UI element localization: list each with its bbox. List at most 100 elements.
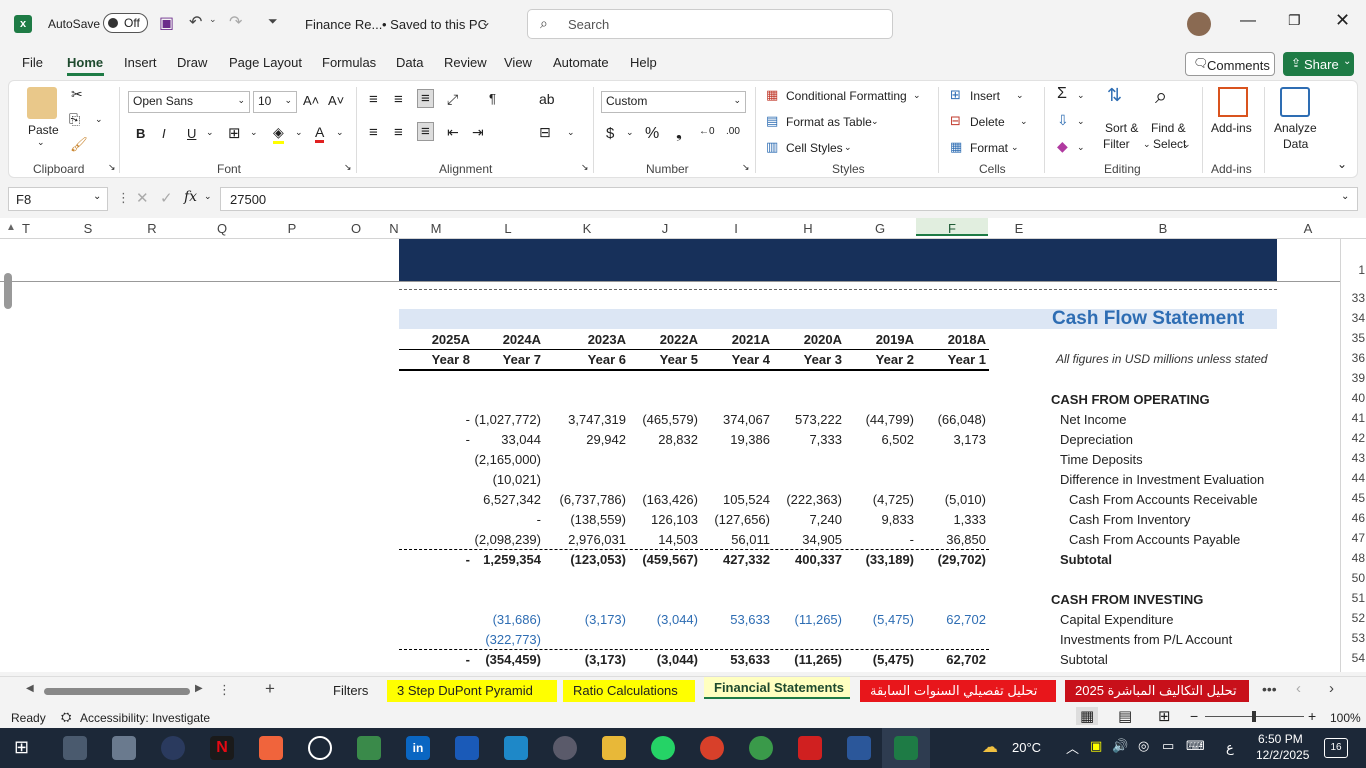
increase-indent-icon[interactable]: ⇥ xyxy=(472,124,484,141)
scroll-left-icon[interactable]: ◀ xyxy=(26,683,34,694)
name-box[interactable]: F8 ⌄ xyxy=(8,187,108,211)
value-cell[interactable]: (5,475) xyxy=(844,612,914,627)
row-header[interactable]: 35 xyxy=(1341,331,1365,345)
value-cell[interactable]: (2,098,239) xyxy=(472,532,542,547)
row-header[interactable]: 50 xyxy=(1341,571,1365,585)
font-color-icon[interactable]: A xyxy=(315,124,325,143)
align-center-icon[interactable]: ≡ xyxy=(394,124,403,141)
tab-file[interactable]: File xyxy=(22,55,43,70)
number-format-select[interactable]: Custom ⌄ xyxy=(601,91,746,113)
row-header[interactable]: 44 xyxy=(1341,471,1365,485)
worksheet-grid[interactable]: Cash Flow Statement 2025A 2024A 2023A 20… xyxy=(0,239,1340,672)
autosum-icon[interactable]: Σ xyxy=(1057,85,1067,103)
font-size-select[interactable]: 10 ⌄ xyxy=(253,91,297,113)
value-cell[interactable]: (4,725) xyxy=(844,492,914,507)
addins-button[interactable]: Add-ins xyxy=(1211,121,1252,135)
sheet-tab[interactable]: تحليل تفصيلي السنوات السابقة xyxy=(860,680,1056,702)
more-sheets-icon[interactable]: ••• xyxy=(1262,681,1277,697)
more-options-icon[interactable]: ⋮ xyxy=(218,682,231,698)
row-header[interactable]: 33 xyxy=(1341,291,1365,305)
value-cell[interactable]: 34,905 xyxy=(772,532,842,547)
fill-dropdown-icon[interactable]: ⌄ xyxy=(295,127,303,138)
windows-start-icon[interactable]: ⊞ xyxy=(14,737,29,758)
value-cell[interactable]: 400,337 xyxy=(772,552,842,567)
recorder-icon[interactable] xyxy=(259,736,283,760)
autosave-toggle[interactable]: Off xyxy=(103,13,148,33)
increase-font-icon[interactable]: A˄ xyxy=(303,93,319,108)
column-header[interactable]: A xyxy=(1276,221,1340,236)
tab-home[interactable]: Home xyxy=(67,55,103,70)
align-left-icon[interactable]: ≡ xyxy=(369,124,378,141)
value-cell[interactable]: 3,173 xyxy=(916,432,986,447)
value-cell[interactable]: 62,702 xyxy=(916,652,986,667)
chevron-down-icon[interactable]: ⌄ xyxy=(1016,90,1024,101)
value-cell[interactable]: 36,850 xyxy=(916,532,986,547)
value-cell[interactable]: 56,011 xyxy=(700,532,770,547)
column-header[interactable]: S xyxy=(58,221,118,236)
conditional-formatting-icon[interactable]: ▦ xyxy=(766,87,778,103)
file-explorer-icon[interactable] xyxy=(602,736,626,760)
column-header-selected[interactable]: F xyxy=(916,218,988,236)
excel-taskbar-icon[interactable] xyxy=(894,736,918,760)
add-sheet-icon[interactable]: + xyxy=(265,679,275,699)
netflix-icon[interactable]: N xyxy=(210,736,234,760)
comments-button[interactable]: 🗨 Comments xyxy=(1185,52,1275,76)
chevron-down-icon[interactable]: ⌄ xyxy=(1077,142,1085,153)
next-sheet-icon[interactable]: › xyxy=(1329,680,1334,697)
tray-app-icon[interactable]: ▣ xyxy=(1090,738,1102,754)
close-icon[interactable]: ✕ xyxy=(1335,10,1350,31)
zoom-out-icon[interactable]: − xyxy=(1190,708,1198,724)
clock-date[interactable]: 12/2/2025 xyxy=(1256,748,1309,762)
value-cell[interactable]: (459,567) xyxy=(630,552,698,567)
avatar[interactable] xyxy=(1187,12,1211,36)
language-indicator[interactable]: ع xyxy=(1226,740,1234,756)
value-cell[interactable]: (10,021) xyxy=(472,472,541,487)
clipboard-launcher-icon[interactable]: ↘ xyxy=(108,162,116,173)
confirm-entry-icon[interactable]: ✓ xyxy=(160,189,173,207)
paste-label[interactable]: Paste xyxy=(28,123,59,137)
zoom-level[interactable]: 100% xyxy=(1330,711,1361,725)
paste-dropdown-icon[interactable]: ⌄ xyxy=(37,137,45,148)
app-icon[interactable] xyxy=(455,736,479,760)
merge-center-icon[interactable]: ⊟ xyxy=(539,124,551,141)
collapse-ribbon-icon[interactable]: ⌄ xyxy=(1337,157,1347,171)
conditional-formatting-button[interactable]: Conditional Formatting xyxy=(786,89,907,103)
value-cell[interactable]: (2,165,000) xyxy=(472,452,542,467)
row-header[interactable]: 51 xyxy=(1341,591,1365,605)
chevron-down-icon[interactable]: ⌄ xyxy=(1143,139,1151,150)
app-icon[interactable] xyxy=(504,736,528,760)
battery-icon[interactable]: ▭ xyxy=(1162,738,1174,754)
redo-icon[interactable]: ↷ xyxy=(229,12,242,32)
column-header[interactable]: Q xyxy=(186,221,258,236)
camera-icon[interactable] xyxy=(112,736,136,760)
tab-draw[interactable]: Draw xyxy=(177,55,207,70)
merge-dropdown-icon[interactable]: ⌄ xyxy=(567,127,575,138)
value-cell[interactable]: (5,475) xyxy=(844,652,914,667)
search-box[interactable]: ⌕ Search xyxy=(527,9,893,39)
value-cell[interactable]: (31,686) xyxy=(472,612,541,627)
tab-data[interactable]: Data xyxy=(396,55,423,70)
word-icon[interactable] xyxy=(847,736,871,760)
alignment-launcher-icon[interactable]: ↘ xyxy=(581,162,589,173)
underline-icon[interactable]: U xyxy=(187,126,196,141)
tab-view[interactable]: View xyxy=(504,55,532,70)
value-cell[interactable]: (11,265) xyxy=(772,652,842,667)
decrease-decimal-icon[interactable]: .00 xyxy=(726,126,740,137)
sort-label[interactable]: Sort & xyxy=(1105,121,1138,135)
normal-view-icon[interactable]: ▦ xyxy=(1076,707,1099,725)
wifi-icon[interactable]: ◎ xyxy=(1138,738,1149,754)
value-cell[interactable]: (3,173) xyxy=(544,652,626,667)
insert-cells-button[interactable]: Insert xyxy=(970,89,1000,103)
column-header[interactable]: B xyxy=(1050,221,1276,236)
row-header[interactable]: 46 xyxy=(1341,511,1365,525)
value-cell[interactable]: 3,747,319 xyxy=(544,412,626,427)
increase-decimal-icon[interactable]: ←0 xyxy=(699,126,715,137)
chevron-down-icon[interactable]: ⌄ xyxy=(1011,142,1019,153)
fx-dropdown-icon[interactable]: ⌄ xyxy=(204,191,212,202)
column-header[interactable]: E xyxy=(988,221,1050,236)
decrease-font-icon[interactable]: A˅ xyxy=(328,93,344,108)
value-cell[interactable]: (123,053) xyxy=(544,552,626,567)
value-cell[interactable]: (465,579) xyxy=(630,412,698,427)
copy-icon[interactable]: ⎘ xyxy=(69,111,80,128)
app-icon[interactable] xyxy=(553,736,577,760)
